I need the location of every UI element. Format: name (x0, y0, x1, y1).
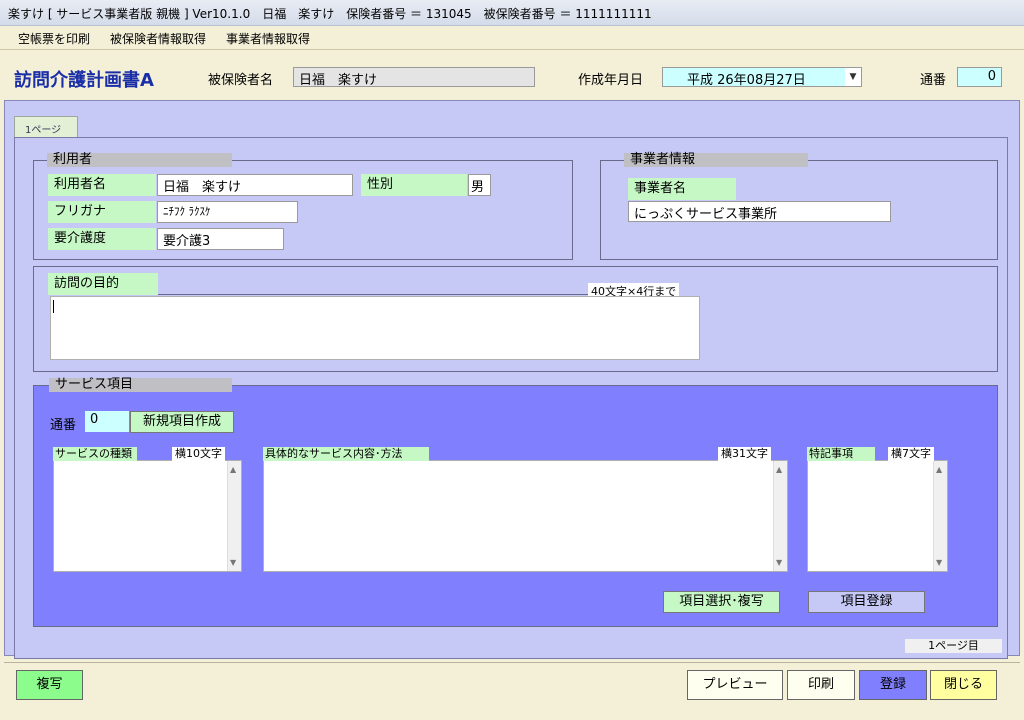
user-name-field[interactable]: 日福 楽すけ (157, 174, 353, 196)
provider-name-field[interactable]: にっぷくサービス事業所 (628, 201, 891, 222)
scroll-up-icon[interactable]: ▲ (776, 465, 782, 474)
print-button[interactable]: 印刷 (787, 670, 855, 700)
page-indicator: 1ページ目 (905, 639, 1002, 653)
service-type-label: サービスの種類 (53, 447, 137, 461)
visit-purpose-label: 訪問の目的 (48, 273, 158, 295)
scroll-down-icon[interactable]: ▼ (776, 558, 782, 567)
care-level-field[interactable]: 要介護3 (157, 228, 284, 250)
notes-list[interactable]: ▲ ▼ (807, 460, 948, 572)
select-copy-item-button[interactable]: 項目選択･複写 (663, 591, 780, 613)
copy-button[interactable]: 複写 (16, 670, 83, 700)
service-content-label: 具体的なサービス内容･方法 (263, 447, 429, 461)
service-type-limit: 横10文字 (172, 447, 225, 461)
service-items-title: サービス項目 (49, 378, 232, 392)
gender-label: 性別 (361, 174, 467, 196)
furigana-label: フリガナ (48, 201, 156, 223)
menu-bar: 空帳票を印刷 被保険者情報取得 事業者情報取得 (0, 26, 1024, 50)
serial-label: 通番 (920, 73, 947, 88)
serial-field[interactable]: 0 (957, 67, 1002, 87)
new-item-button[interactable]: 新規項目作成 (130, 411, 234, 433)
scroll-down-icon[interactable]: ▼ (230, 558, 236, 567)
menu-print-blank-form[interactable]: 空帳票を印刷 (18, 30, 90, 47)
tab-page-1[interactable]: 1ページ (14, 116, 78, 138)
insured-name-field: 日福 楽すけ (293, 67, 535, 87)
close-button[interactable]: 閉じる (930, 670, 997, 700)
user-group-title: 利用者 (47, 153, 232, 167)
service-content-limit: 横31文字 (718, 447, 771, 461)
care-level-label: 要介護度 (48, 228, 156, 250)
window-title: 楽すけ [ サービス事業者版 親機 ] Ver10.1.0 日福 楽すけ 保険者… (8, 7, 652, 21)
furigana-field[interactable]: ﾆﾁﾌｸ ﾗｸｽｹ (157, 201, 298, 223)
created-date-field[interactable]: 平成 26年08月27日 (662, 67, 862, 87)
scroll-up-icon[interactable]: ▲ (230, 465, 236, 474)
gender-field[interactable]: 男 (468, 174, 491, 196)
service-content-list[interactable]: ▲ ▼ (263, 460, 788, 572)
scroll-up-icon[interactable]: ▲ (936, 465, 942, 474)
service-serial-field[interactable]: 0 (85, 411, 129, 432)
user-name-label: 利用者名 (48, 174, 156, 196)
insured-name-label: 被保険者名 (208, 73, 274, 88)
preview-button[interactable]: プレビュー (687, 670, 783, 700)
created-date-label: 作成年月日 (578, 73, 644, 88)
page-title: 訪問介護計画書A (14, 70, 154, 91)
notes-limit: 横7文字 (888, 447, 934, 461)
provider-name-label: 事業者名 (628, 178, 736, 200)
menu-fetch-insured-info[interactable]: 被保険者情報取得 (110, 30, 206, 47)
provider-group-title: 事業者情報 (624, 153, 808, 167)
text-cursor (53, 300, 54, 313)
menu-fetch-provider-info[interactable]: 事業者情報取得 (226, 30, 310, 47)
window-title-bar: 楽すけ [ サービス事業者版 親機 ] Ver10.1.0 日福 楽すけ 保険者… (0, 0, 1024, 26)
visit-purpose-textarea[interactable] (50, 296, 700, 360)
service-type-list[interactable]: ▲ ▼ (53, 460, 242, 572)
notes-label: 特記事項 (807, 447, 875, 461)
notes-scrollbar[interactable]: ▲ ▼ (933, 461, 947, 571)
service-serial-label: 通番 (50, 418, 77, 433)
scroll-down-icon[interactable]: ▼ (936, 558, 942, 567)
register-button[interactable]: 登録 (859, 670, 927, 700)
created-date-value: 平成 26年08月27日 (687, 73, 806, 87)
service-type-scrollbar[interactable]: ▲ ▼ (227, 461, 241, 571)
chevron-down-icon[interactable]: ▼ (845, 68, 861, 86)
divider (158, 294, 590, 295)
service-content-scrollbar[interactable]: ▲ ▼ (773, 461, 787, 571)
register-item-button[interactable]: 項目登録 (808, 591, 925, 613)
